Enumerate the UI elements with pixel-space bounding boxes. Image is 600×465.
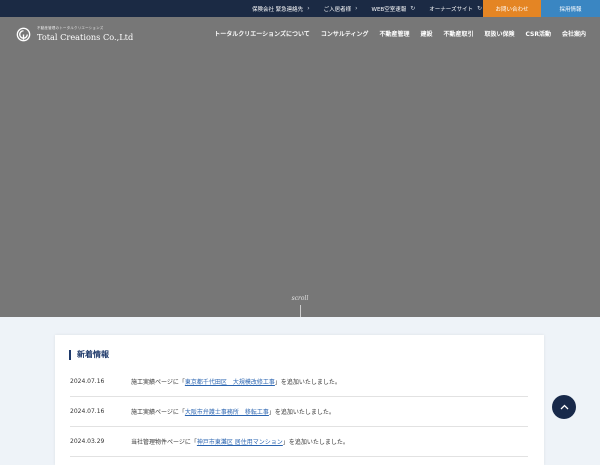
- chevron-right-icon: ›: [355, 5, 358, 12]
- hero-banner: [0, 17, 600, 317]
- nav-item-construction[interactable]: 建設: [420, 29, 432, 38]
- chevron-up-icon: [560, 404, 568, 410]
- nav-item-property-management[interactable]: 不動産管理: [379, 29, 409, 38]
- contact-button[interactable]: お問い合わせ: [483, 0, 541, 17]
- news-link[interactable]: 神戸市東灘区 居住用マンション: [197, 439, 283, 446]
- top-link-vacancy-report[interactable]: WEB空室速報 ↻: [372, 5, 416, 13]
- top-link-label: 保険会社 緊急連絡先: [251, 6, 304, 13]
- news-item: 2024.07.16 施工実績ページに「大阪市弁護士事務所 移転工事」を追加いた…: [70, 396, 528, 427]
- top-link-label: オーナーズサイト: [429, 6, 473, 13]
- top-link-insurance-contact[interactable]: 保険会社 緊急連絡先 ›: [252, 5, 310, 13]
- news-link[interactable]: 東京都千代田区 大規模改修工事: [185, 379, 275, 386]
- recruit-button[interactable]: 採用情報: [541, 0, 600, 17]
- nav-item-insurance[interactable]: 取扱い保険: [485, 29, 515, 38]
- logo-mark-icon: [16, 27, 31, 41]
- back-to-top-button[interactable]: [552, 395, 576, 419]
- logo-tagline: 不動産管理のトータルクリエーションズ: [37, 26, 104, 30]
- news-heading: 新着情報: [69, 350, 109, 360]
- top-link-residents[interactable]: ご入居者様 ›: [324, 5, 358, 13]
- top-links: 保険会社 緊急連絡先 › ご入居者様 › WEB空室速報 ↻ オーナーズサイト …: [252, 0, 482, 17]
- scroll-indicator-line: [300, 305, 301, 317]
- news-section: 新着情報 2024.07.16 施工実績ページに「東京都千代田区 大規模改修工事…: [55, 335, 544, 465]
- external-link-icon: ↻: [476, 5, 482, 12]
- news-text: 施工実績ページに「東京都千代田区 大規模改修工事」を追加いたしました。: [131, 378, 341, 386]
- nav-item-real-estate-transactions[interactable]: 不動産取引: [443, 29, 473, 38]
- top-link-owners-site[interactable]: オーナーズサイト ↻: [429, 5, 482, 13]
- news-link[interactable]: 大阪市弁護士事務所 移転工事: [185, 409, 269, 416]
- logo-company-name: Total Creations Co.,Ltd: [37, 32, 134, 42]
- top-link-label: ご入居者様: [323, 6, 352, 13]
- scroll-indicator-label: scroll: [291, 295, 309, 302]
- nav-item-company[interactable]: 会社案内: [562, 29, 586, 38]
- news-date: 2024.07.16: [70, 377, 105, 385]
- logo-text: 不動産管理のトータルクリエーションズ Total Creations Co.,L…: [37, 26, 133, 42]
- news-item: 2024.03.29 当社管理物件ページに「神戸市東灘区 居住用マンション」を追…: [70, 426, 528, 457]
- news-date: 2024.07.16: [70, 407, 105, 415]
- nav-item-about[interactable]: トータルクリエーションズについて: [214, 29, 310, 38]
- news-date: 2024.03.29: [70, 437, 105, 445]
- site-logo[interactable]: 不動産管理のトータルクリエーションズ Total Creations Co.,L…: [16, 26, 133, 42]
- nav-item-csr[interactable]: CSR活動: [526, 29, 551, 38]
- news-text: 施工実績ページに「大阪市弁護士事務所 移転工事」を追加いたしました。: [131, 408, 335, 416]
- main-nav: トータルクリエーションズについて コンサルティング 不動産管理 建設 不動産取引…: [214, 26, 586, 40]
- chevron-right-icon: ›: [307, 5, 310, 12]
- news-text: 当社管理物件ページに「神戸市東灘区 居住用マンション」を追加いたしました。: [131, 438, 349, 446]
- nav-item-consulting[interactable]: コンサルティング: [321, 29, 369, 38]
- top-link-label: WEB空室速報: [371, 6, 407, 13]
- external-link-icon: ↻: [410, 5, 416, 12]
- news-item: 2024.07.16 施工実績ページに「東京都千代田区 大規模改修工事」を追加い…: [70, 366, 528, 397]
